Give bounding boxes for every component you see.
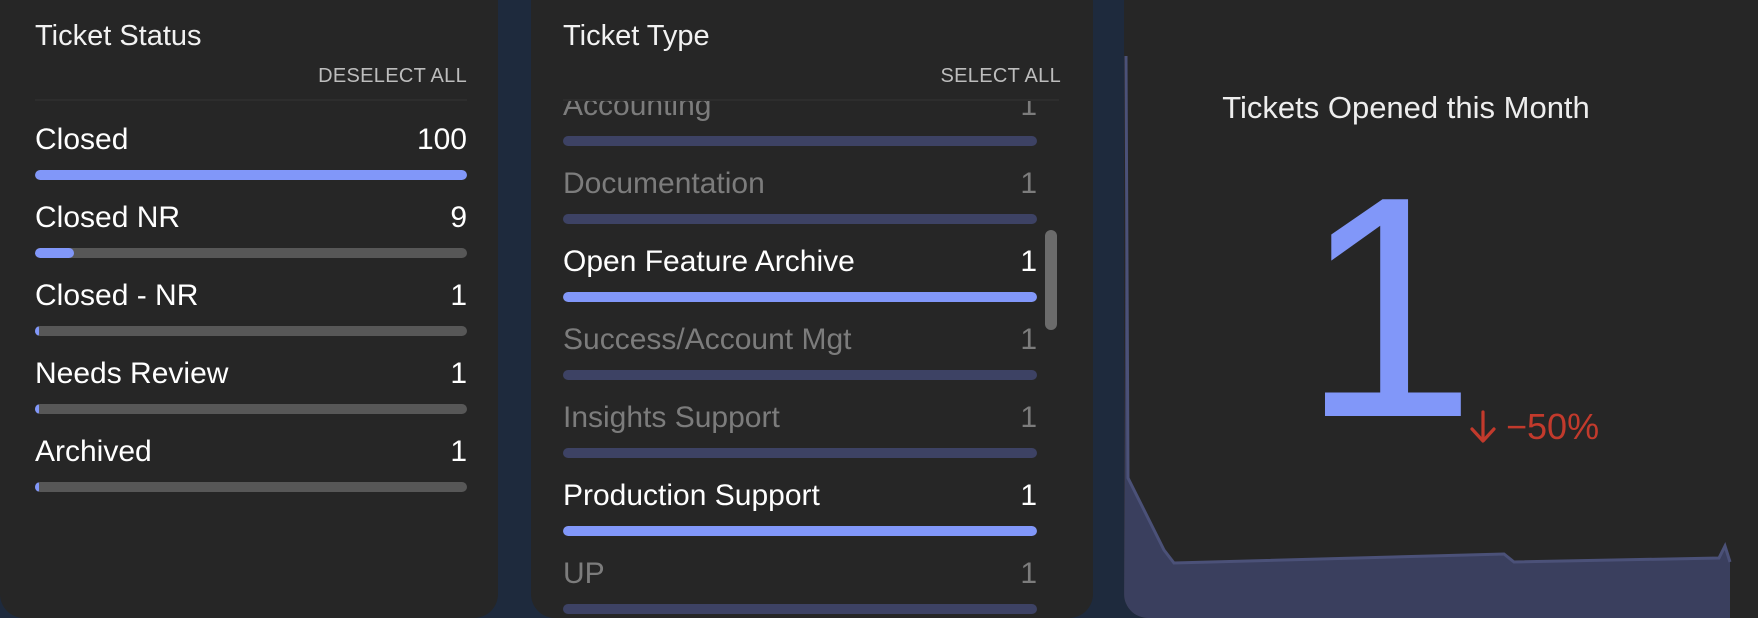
type-item-accounting[interactable]: Accounting 1 [563,101,1037,146]
type-item-label: Production Support [563,479,820,512]
type-item-label: Success/Account Mgt [563,323,852,356]
tickets-opened-card: Tickets Opened this Month 1 −50% [1124,0,1758,618]
tickets-opened-title: Tickets Opened this Month [1222,90,1590,125]
type-item-count: 1 [1020,101,1037,122]
status-item-label: Closed - NR [35,279,199,312]
type-item-label: Documentation [563,167,765,200]
ticket-type-card: Ticket Type SELECT ALL Accounting 1 Docu… [531,0,1093,618]
status-item-needs-review[interactable]: Needs Review 1 [35,335,467,414]
ticket-type-title: Ticket Type [563,20,710,52]
type-item-count: 1 [1020,167,1037,200]
type-item-count: 1 [1020,245,1037,278]
deselect-all-button[interactable]: DESELECT ALL [318,65,467,88]
type-item-label: Open Feature Archive [563,245,855,278]
type-item-label: Insights Support [563,401,780,434]
status-item-label: Closed [35,123,129,156]
status-item-count: 1 [450,279,467,312]
status-item-count: 1 [450,357,467,390]
status-item-count: 100 [416,123,467,156]
status-item-bar [35,482,467,492]
type-item-count: 1 [1020,323,1037,356]
type-item-open-feature-archive[interactable]: Open Feature Archive 1 [563,223,1037,302]
type-item-label: UP [563,557,605,590]
down-arrow-icon [1470,410,1496,443]
delta-value: −50% [1506,406,1600,447]
ticket-status-list: Closed 100 Closed NR 9 Closed - NR 1 Nee… [35,101,467,618]
select-all-button[interactable]: SELECT ALL [941,65,1061,88]
type-item-up[interactable]: UP 1 [563,535,1037,614]
status-item-closed-dash-nr[interactable]: Closed - NR 1 [35,257,467,336]
status-item-closed-nr[interactable]: Closed NR 9 [35,179,467,258]
status-item-count: 1 [450,435,467,468]
type-item-production-support[interactable]: Production Support 1 [563,457,1037,536]
status-item-label: Closed NR [35,201,181,234]
status-item-archived[interactable]: Archived 1 [35,413,467,492]
type-item-count: 1 [1020,479,1037,512]
type-item-insights-support[interactable]: Insights Support 1 [563,379,1037,458]
ticket-status-title: Ticket Status [35,20,202,52]
tickets-opened-delta: −50% [1468,406,1599,448]
tickets-opened-value: 1 [1301,131,1477,483]
status-item-bar-fill [35,482,40,492]
ticket-type-list[interactable]: Accounting 1 Documentation 1 Open Featur… [563,101,1037,618]
type-item-success-account-mgt[interactable]: Success/Account Mgt 1 [563,301,1037,380]
status-item-label: Needs Review [35,357,229,390]
status-item-count: 9 [450,201,467,234]
type-item-count: 1 [1020,557,1037,590]
type-item-documentation[interactable]: Documentation 1 [563,145,1037,224]
type-item-label: Accounting [563,101,712,122]
type-item-count: 1 [1020,401,1037,434]
ticket-type-scrollbar[interactable] [1045,230,1057,330]
status-item-closed[interactable]: Closed 100 [35,101,467,180]
status-item-label: Archived [35,435,152,468]
ticket-status-card: Ticket Status DESELECT ALL Closed 100 Cl… [0,0,498,618]
